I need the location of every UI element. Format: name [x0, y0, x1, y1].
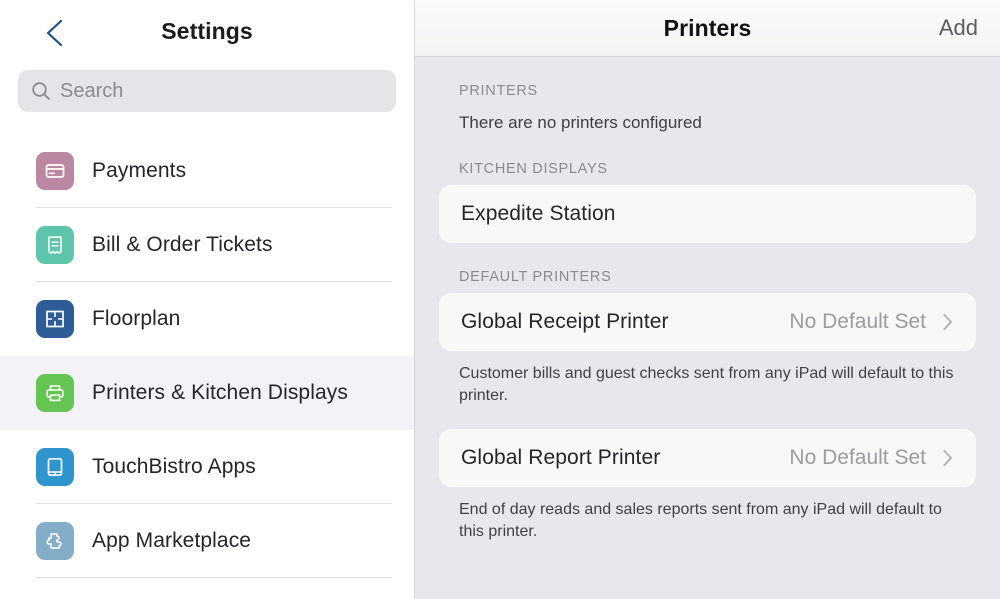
search-icon — [30, 80, 52, 102]
sidebar-item-label: Payments — [92, 159, 187, 182]
floorplan-icon — [43, 307, 67, 331]
payments-icon-tile — [36, 152, 74, 190]
printers-section-header: PRINTERS — [459, 83, 538, 99]
app-marketplace-icon-tile — [36, 522, 74, 560]
add-button[interactable]: Add — [933, 13, 984, 43]
kds-section-header: KITCHEN DISPLAYS — [459, 161, 608, 177]
global-receipt-printer-note: Customer bills and guest checks sent fro… — [459, 365, 954, 404]
settings-sidebar: Settings Search Payments Bill & Order Ti… — [0, 0, 415, 599]
back-chevron-icon[interactable] — [44, 18, 66, 48]
printers-empty-message: There are no printers configured — [459, 113, 702, 132]
sidebar-header: Settings — [0, 0, 414, 62]
sidebar-item-printers-kitchen-displays[interactable]: Printers & Kitchen Displays — [0, 356, 414, 430]
tablet-icon — [43, 455, 67, 479]
bill-order-icon-tile — [36, 226, 74, 264]
sidebar-list: Payments Bill & Order Tickets Floorplan … — [0, 134, 414, 578]
sidebar-item-label: TouchBistro Apps — [92, 455, 256, 478]
credit-card-icon — [43, 159, 67, 183]
printers-header: Printers Add — [415, 0, 1000, 57]
default-row-global-report-printer[interactable]: Global Report Printer No Default Set — [439, 429, 976, 487]
page-title: Settings — [161, 17, 253, 44]
default-row-global-receipt-printer[interactable]: Global Receipt Printer No Default Set — [439, 293, 976, 351]
row-label: Global Receipt Printer — [461, 310, 669, 333]
row-label: Global Report Printer — [461, 446, 661, 469]
sidebar-item-label: Floorplan — [92, 307, 181, 330]
sidebar-item-label: Printers & Kitchen Displays — [92, 381, 348, 404]
sidebar-item-app-marketplace[interactable]: App Marketplace — [0, 504, 414, 578]
sidebar-item-floorplan[interactable]: Floorplan — [0, 282, 414, 356]
row-value: No Default Set — [789, 310, 926, 333]
sidebar-item-touchbistro-apps[interactable]: TouchBistro Apps — [0, 430, 414, 504]
sidebar-item-bill-order-tickets[interactable]: Bill & Order Tickets — [0, 208, 414, 282]
chevron-right-icon — [942, 448, 954, 468]
chevron-right-icon — [942, 312, 954, 332]
printers-icon-tile — [36, 374, 74, 412]
floorplan-icon-tile — [36, 300, 74, 338]
search-input[interactable]: Search — [18, 70, 396, 112]
touchbistro-apps-icon-tile — [36, 448, 74, 486]
printer-icon — [43, 381, 67, 405]
printers-title: Printers — [663, 14, 752, 41]
search-placeholder: Search — [60, 79, 124, 102]
app-root: Settings Search Payments Bill & Order Ti… — [0, 0, 1000, 599]
printers-body: PRINTERS There are no printers configure… — [415, 57, 1000, 599]
receipt-icon — [43, 233, 67, 257]
sidebar-item-label: App Marketplace — [92, 529, 252, 552]
row-value: No Default Set — [789, 446, 926, 469]
kds-row-expedite-station[interactable]: Expedite Station — [439, 185, 976, 243]
row-divider — [36, 577, 392, 578]
sidebar-item-payments[interactable]: Payments — [0, 134, 414, 208]
kds-row-label: Expedite Station — [461, 202, 616, 225]
global-report-printer-note: End of day reads and sales reports sent … — [459, 501, 942, 540]
printers-panel: Printers Add PRINTERS There are no print… — [415, 0, 1000, 599]
sidebar-item-label: Bill & Order Tickets — [92, 233, 273, 256]
puzzle-piece-icon — [43, 529, 67, 553]
default-printers-section-header: DEFAULT PRINTERS — [459, 269, 612, 285]
